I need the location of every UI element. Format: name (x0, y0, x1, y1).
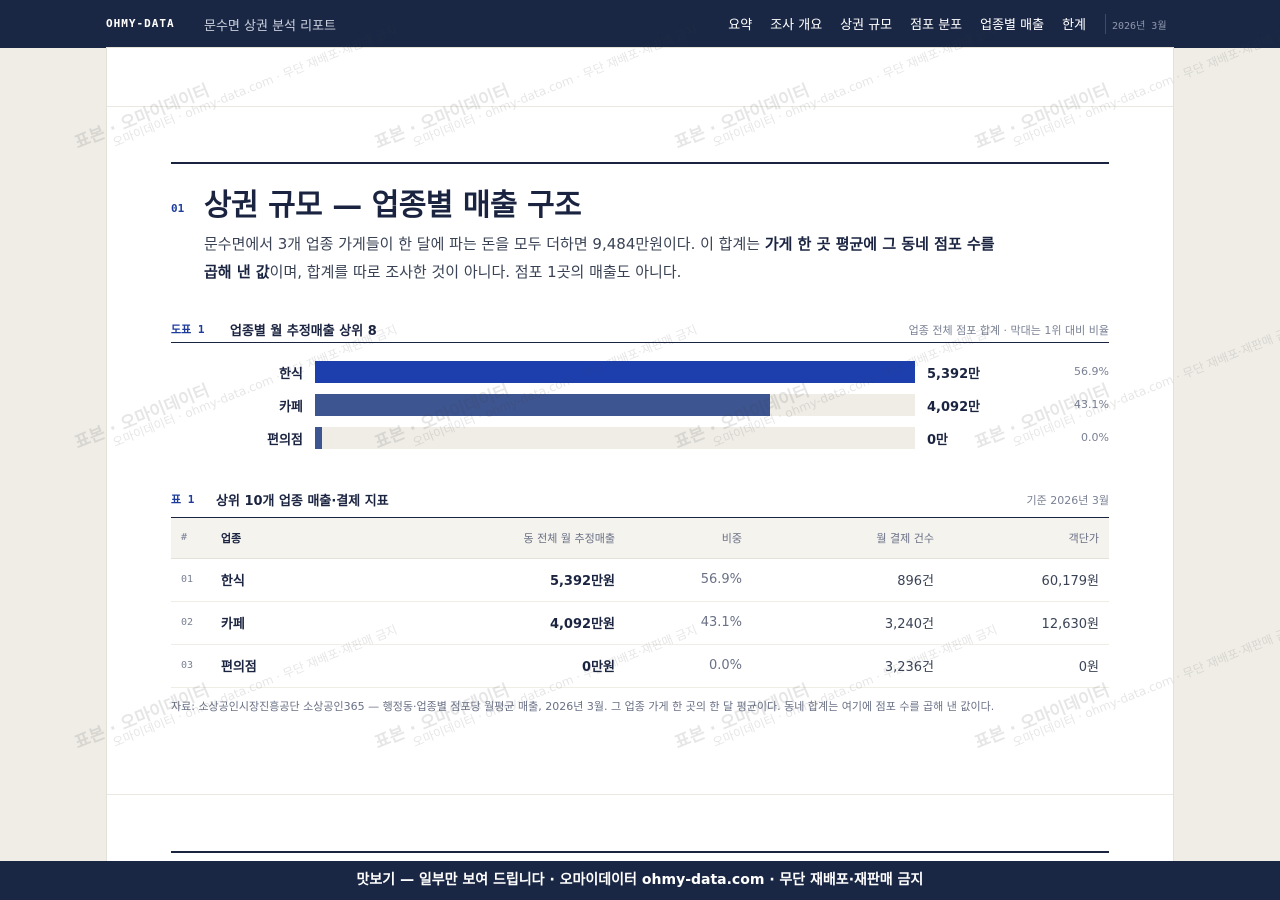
bar-share-label: 0.0% (1081, 431, 1109, 444)
cell-monthly-sales: 4,092만원 (361, 601, 625, 645)
bar-share-label: 43.1% (1074, 398, 1109, 411)
bar-category-label: 한식 (279, 367, 303, 382)
nav-link-sales-by-industry[interactable]: 업종별 매출 (980, 14, 1044, 33)
figure-label: 도표 1 (171, 323, 205, 336)
table-row: 02 카페 4,092만원 43.1% 3,240건 12,630원 (171, 601, 1109, 645)
cell-share: 0.0% (625, 644, 752, 688)
section-description: 문수면에서 3개 업종 가게들이 한 달에 파는 돈을 모두 더하면 9,484… (204, 230, 1004, 286)
report-date: 2026년 3월 (1112, 21, 1167, 32)
bar (315, 361, 915, 383)
table-row: 03 편의점 0만원 0.0% 3,236건 0원 (171, 644, 1109, 688)
brand-logo[interactable]: OHMY-DATA (106, 17, 175, 30)
preview-banner: 맛보기 — 일부만 보여 드립니다 · 오마이데이터 ohmy-data.com… (0, 861, 1280, 900)
top-navigation: OHMY-DATA 문수면 상권 분석 리포트 요약 조사 개요 상권 규모 점… (0, 0, 1280, 48)
table-note: 기준 2026년 3월 (1026, 494, 1109, 507)
cell-payment-count: 896건 (752, 558, 944, 602)
cell-monthly-sales: 5,392만원 (361, 558, 625, 602)
page-divider (107, 794, 1173, 795)
section-desc-text: 문수면에서 3개 업종 가게들이 한 달에 파는 돈을 모두 더하면 9,484… (204, 235, 765, 253)
cell-industry: 카페 (211, 601, 361, 645)
bar-value-label: 4,092만 (927, 400, 981, 415)
cell-avg-spend: 0원 (944, 644, 1109, 688)
table-header-row: # 업종 동 전체 월 추정매출 비중 월 결제 건수 객단가 (171, 518, 1109, 559)
section-number: 01 (171, 202, 185, 215)
bar-share-label: 56.9% (1074, 365, 1109, 378)
nav-divider (1105, 14, 1106, 34)
bar-chart: 한식 5,392만 56.9% 카페 4,092만 43.1% 편의점 0만 0.0% (171, 360, 1109, 460)
report-page: 01 상권 규모 — 업종별 매출 구조 문수면에서 3개 업종 가게들이 한 … (107, 48, 1173, 861)
nav-link-store-distribution[interactable]: 점포 분포 (910, 14, 962, 33)
bar-row: 한식 5,392만 56.9% (171, 361, 1109, 383)
nav-link-limitations[interactable]: 한계 (1062, 14, 1086, 33)
bar-category-label: 카페 (279, 400, 303, 415)
table-row: 01 한식 5,392만원 56.9% 896건 60,179원 (171, 558, 1109, 602)
table-label: 표 1 (171, 493, 195, 506)
cell-share: 43.1% (625, 601, 752, 645)
cell-avg-spend: 60,179원 (944, 558, 1109, 602)
cell-payment-count: 3,240건 (752, 601, 944, 645)
col-header-industry: 업종 (211, 518, 361, 559)
nav-link-overview[interactable]: 조사 개요 (770, 14, 822, 33)
bar-row: 카페 4,092만 43.1% (171, 394, 1109, 416)
section-top-rule (171, 162, 1109, 164)
cell-industry: 편의점 (211, 644, 361, 688)
figure-caption-rule (171, 342, 1109, 343)
cell-rank: 03 (171, 644, 211, 688)
next-section-rule (171, 851, 1109, 853)
col-header-payment-count: 월 결제 건수 (752, 518, 944, 559)
cell-rank: 02 (171, 601, 211, 645)
nav-link-market-size[interactable]: 상권 규모 (840, 14, 892, 33)
col-header-share: 비중 (625, 518, 752, 559)
nav-links: 요약 조사 개요 상권 규모 점포 분포 업종별 매출 한계 (728, 14, 1086, 33)
figure-note: 업종 전체 점포 합계 · 막대는 1위 대비 비율 (908, 324, 1109, 337)
section-desc-text-end: 이며, 합계를 따로 조사한 것이 아니다. 점포 1곳의 매출도 아니다. (269, 263, 682, 281)
cell-industry: 한식 (211, 558, 361, 602)
industry-sales-table: # 업종 동 전체 월 추정매출 비중 월 결제 건수 객단가 01 한식 5,… (171, 518, 1109, 688)
col-header-rank: # (171, 518, 211, 559)
section-title: 상권 규모 — 업종별 매출 구조 (204, 188, 582, 223)
source-note: 자료: 소상공인시장진흥공단 소상공인365 — 행정동·업종별 점포당 월평균… (171, 700, 995, 713)
table-caption: 표 1 상위 10개 업종 매출·결제 지표 기준 2026년 3월 (171, 487, 1109, 511)
cell-share: 56.9% (625, 558, 752, 602)
bar-track (315, 361, 915, 383)
bar-category-label: 편의점 (267, 433, 303, 448)
figure-title: 업종별 월 추정매출 상위 8 (230, 324, 377, 339)
page-divider (107, 106, 1173, 107)
table-title: 상위 10개 업종 매출·결제 지표 (216, 494, 389, 509)
cell-payment-count: 3,236건 (752, 644, 944, 688)
figure-caption: 도표 1 업종별 월 추정매출 상위 8 업종 전체 점포 합계 · 막대는 1… (171, 317, 1109, 343)
bar-track (315, 427, 915, 449)
bar-value-label: 5,392만 (927, 367, 981, 382)
bar-row: 편의점 0만 0.0% (171, 427, 1109, 449)
bar (315, 427, 322, 449)
cell-rank: 01 (171, 558, 211, 602)
cell-avg-spend: 12,630원 (944, 601, 1109, 645)
bar (315, 394, 770, 416)
bar-track (315, 394, 915, 416)
bar-value-label: 0만 (927, 433, 949, 448)
col-header-monthly-sales: 동 전체 월 추정매출 (361, 518, 625, 559)
col-header-avg-spend: 객단가 (944, 518, 1109, 559)
cell-monthly-sales: 0만원 (361, 644, 625, 688)
nav-link-summary[interactable]: 요약 (728, 14, 752, 33)
report-title: 문수면 상권 분석 리포트 (204, 19, 336, 34)
